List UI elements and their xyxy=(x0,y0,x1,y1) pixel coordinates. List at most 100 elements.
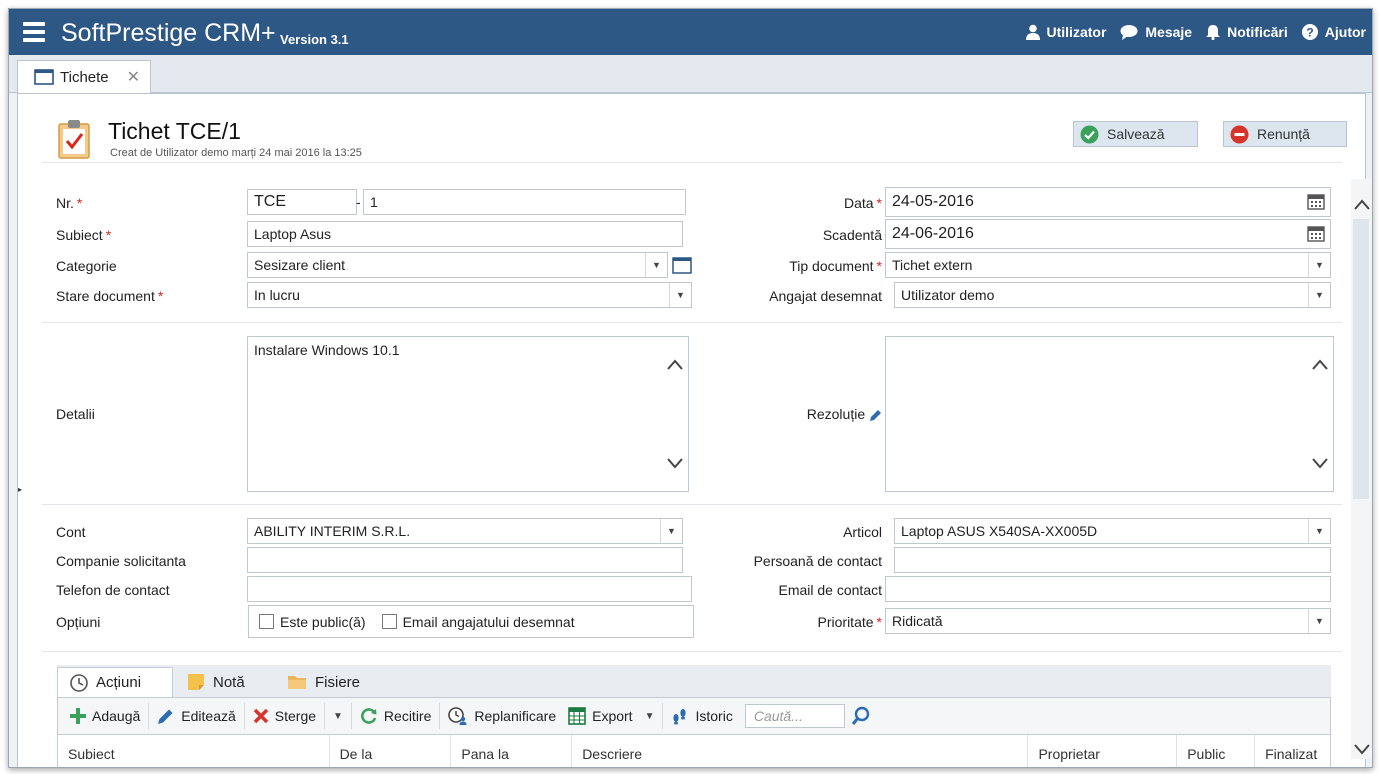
tab-nota-label: Notă xyxy=(213,673,245,691)
public-checkbox[interactable] xyxy=(259,614,274,629)
reload-button[interactable]: Recitire xyxy=(354,701,437,731)
toolbar-separator xyxy=(148,703,150,729)
chat-bubble-icon xyxy=(1120,25,1138,40)
folder-window-icon[interactable] xyxy=(672,257,692,274)
export-dropdown[interactable]: ▼ xyxy=(639,711,661,722)
email-label: Email de contact xyxy=(778,582,883,598)
resolution-textarea[interactable] xyxy=(885,336,1334,492)
chevron-up-icon[interactable] xyxy=(666,357,684,371)
top-nav: Utilizator Mesaje Notificări ? Ajutor xyxy=(1025,9,1366,55)
add-button[interactable]: Adaugă xyxy=(64,701,146,731)
search-button[interactable] xyxy=(845,701,877,731)
column-header[interactable]: Proprietar xyxy=(1028,735,1178,767)
save-button[interactable]: Salvează xyxy=(1073,121,1198,147)
tab-tichete[interactable]: Tichete ✕ xyxy=(17,60,151,93)
nav-help[interactable]: ? Ajutor xyxy=(1301,24,1366,40)
nav-help-label: Ajutor xyxy=(1324,24,1366,40)
calendar-icon[interactable] xyxy=(1307,224,1325,242)
nav-user[interactable]: Utilizator xyxy=(1025,24,1106,40)
chevron-down-icon[interactable]: ▼ xyxy=(660,519,682,543)
pencil-icon[interactable] xyxy=(869,409,882,422)
export-button[interactable]: Export xyxy=(562,701,638,731)
chevron-down-icon[interactable] xyxy=(1311,457,1329,471)
scrollbar-thumb[interactable] xyxy=(1353,219,1369,499)
app-title: SoftPrestige CRM+ xyxy=(61,19,276,47)
nr-number-field[interactable]: 1 xyxy=(363,189,686,215)
tab-fisiere[interactable]: Fisiere xyxy=(275,667,385,697)
assignee-select[interactable]: Utilizator demo ▼ xyxy=(894,282,1331,308)
clipboard-check-icon xyxy=(58,120,90,159)
subject-field[interactable]: Laptop Asus xyxy=(247,221,683,247)
reschedule-button[interactable]: Replanificare xyxy=(442,701,562,731)
chevron-down-icon[interactable] xyxy=(1353,743,1371,757)
tab-actiuni[interactable]: Acțiuni xyxy=(57,667,173,697)
app-window: SoftPrestige CRM+ Version 3.1 Utilizator… xyxy=(8,8,1373,768)
delete-button[interactable]: Sterge xyxy=(247,701,322,731)
phone-field[interactable] xyxy=(247,576,692,602)
tab-label: Tichete xyxy=(60,68,109,86)
account-value: ABILITY INTERIM S.R.L. xyxy=(254,523,411,539)
data-label: Data * xyxy=(843,195,882,211)
column-header[interactable]: Descriere xyxy=(572,735,1029,767)
column-header[interactable]: Public xyxy=(1177,735,1256,767)
date-field[interactable]: 24-05-2016 xyxy=(885,187,1331,217)
menu-icon[interactable] xyxy=(23,22,45,42)
chevron-down-icon[interactable]: ▼ xyxy=(1308,253,1330,277)
divider xyxy=(42,162,1342,163)
chevron-up-icon[interactable] xyxy=(1353,197,1371,211)
category-select[interactable]: Sesizare client ▼ xyxy=(247,252,668,278)
nr-prefix-field[interactable]: TCE xyxy=(247,189,357,215)
cancel-button[interactable]: Renunță xyxy=(1223,121,1347,147)
column-header[interactable]: Subiect xyxy=(58,735,330,767)
toolbar-separator xyxy=(439,703,441,729)
history-button[interactable]: Istoric xyxy=(665,701,738,731)
chevron-down-icon[interactable]: ▼ xyxy=(1308,609,1330,633)
column-header[interactable]: Pana la xyxy=(451,735,573,767)
toolbar-separator xyxy=(324,703,326,729)
company-field[interactable] xyxy=(247,547,683,573)
column-header[interactable]: Finalizat xyxy=(1255,735,1330,767)
vertical-scrollbar[interactable] xyxy=(1351,179,1371,759)
minus-circle-icon xyxy=(1230,125,1249,143)
priority-select[interactable]: Ridicată ▼ xyxy=(885,608,1331,634)
chevron-up-icon[interactable] xyxy=(1311,357,1329,371)
subtabs: Acțiuni Notă Fisiere xyxy=(57,665,1331,697)
due-date-field[interactable]: 24-06-2016 xyxy=(885,219,1331,249)
edit-button[interactable]: Editează xyxy=(151,701,241,731)
footsteps-icon xyxy=(673,709,687,725)
article-select[interactable]: Laptop ASUS X540SA-XX005D ▼ xyxy=(894,518,1331,544)
bell-icon xyxy=(1206,25,1221,40)
chevron-down-icon[interactable]: ▼ xyxy=(1308,519,1330,543)
status-select[interactable]: In lucru ▼ xyxy=(247,282,692,308)
account-select[interactable]: ABILITY INTERIM S.R.L. ▼ xyxy=(247,518,683,544)
contact-person-field[interactable] xyxy=(894,547,1331,573)
ticket-form-panel: ▸ Tichet TCE/1 Creat de Utilizator demo … xyxy=(17,93,1371,767)
email-assignee-checkbox[interactable] xyxy=(381,614,397,629)
document-type-select[interactable]: Tichet extern ▼ xyxy=(885,252,1331,278)
page-title: Tichet TCE/1 xyxy=(108,118,241,144)
chevron-down-icon[interactable]: ▼ xyxy=(669,283,691,307)
cont-label: Cont xyxy=(56,524,86,540)
calendar-icon[interactable] xyxy=(1307,192,1325,210)
actions-toolbar: Adaugă Editează Sterge ▼ Recitire Replan… xyxy=(57,697,1331,735)
options-box: Este public(ă) Email angajatului desemna… xyxy=(248,605,694,638)
cancel-label: Renunță xyxy=(1257,126,1310,142)
tab-nota[interactable]: Notă xyxy=(175,667,275,697)
email-field[interactable] xyxy=(885,576,1331,602)
prioritate-label: Prioritate * xyxy=(817,614,882,630)
chevron-down-icon[interactable]: ▼ xyxy=(1308,283,1330,307)
chevron-down-icon[interactable] xyxy=(666,457,684,471)
nav-messages[interactable]: Mesaje xyxy=(1120,24,1192,40)
chevron-down-icon[interactable]: ▼ xyxy=(645,253,667,277)
nav-messages-label: Mesaje xyxy=(1145,24,1193,40)
details-textarea[interactable]: Instalare Windows 10.1 xyxy=(247,336,689,492)
search-input[interactable]: Caută... xyxy=(744,704,845,728)
status-value: In lucru xyxy=(254,287,300,303)
collapse-handle[interactable]: ▸ xyxy=(18,470,25,510)
close-icon[interactable]: ✕ xyxy=(127,67,140,87)
delete-label: Sterge xyxy=(274,708,317,724)
nav-notifications[interactable]: Notificări xyxy=(1206,24,1288,40)
delete-dropdown[interactable]: ▼ xyxy=(327,711,349,722)
column-header[interactable]: De la xyxy=(330,735,452,767)
user-icon xyxy=(1025,24,1040,40)
